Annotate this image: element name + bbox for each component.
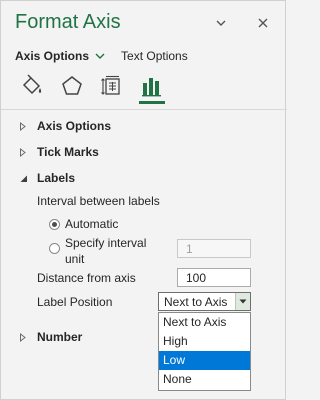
tab-text-options[interactable]: Text Options xyxy=(121,49,188,63)
option-none[interactable]: None xyxy=(159,370,250,389)
fill-line-icon[interactable] xyxy=(17,73,47,99)
distance-from-axis-input[interactable]: 100 xyxy=(177,268,251,287)
section-label: Number xyxy=(37,330,83,344)
label-position-select[interactable]: Next to Axis xyxy=(158,292,251,311)
section-number[interactable]: Number xyxy=(19,329,82,345)
size-properties-icon[interactable] xyxy=(97,73,127,99)
option-low[interactable]: Low xyxy=(159,351,250,370)
close-icon[interactable] xyxy=(255,15,271,31)
section-label: Labels xyxy=(37,171,76,185)
radio-specify-label-line1[interactable]: Specify interval xyxy=(65,235,146,251)
label-position-value: Next to Axis xyxy=(164,294,228,309)
expand-triangle-icon xyxy=(19,147,33,157)
radio-specify-interval[interactable] xyxy=(49,243,60,254)
collapse-triangle-icon xyxy=(19,174,33,183)
selected-category-indicator xyxy=(139,101,165,104)
format-axis-pane: Format Axis Axis Options Text Options Ax… xyxy=(0,0,287,400)
section-labels[interactable]: Labels xyxy=(19,170,75,186)
expand-triangle-icon xyxy=(19,332,33,342)
interval-label: Interval between labels xyxy=(37,194,160,208)
specify-interval-input[interactable]: 1 xyxy=(177,239,251,258)
radio-automatic[interactable] xyxy=(49,219,60,230)
radio-automatic-label[interactable]: Automatic xyxy=(65,216,118,232)
label-position-dropdown-list: Next to Axis High Low None xyxy=(158,312,251,391)
section-tick-marks[interactable]: Tick Marks xyxy=(19,144,99,160)
distance-from-axis-label: Distance from axis xyxy=(37,271,136,285)
dropdown-arrow-icon[interactable] xyxy=(235,293,250,310)
section-label: Axis Options xyxy=(37,119,112,133)
pane-title: Format Axis xyxy=(15,11,121,33)
axis-options-bar-chart-icon[interactable] xyxy=(137,73,167,99)
section-label: Tick Marks xyxy=(37,145,99,159)
expand-triangle-icon xyxy=(19,121,33,131)
radio-specify-label-line2[interactable]: unit xyxy=(65,251,84,267)
option-next-to-axis[interactable]: Next to Axis xyxy=(159,313,250,332)
option-high[interactable]: High xyxy=(159,332,250,351)
tab-axis-options[interactable]: Axis Options xyxy=(15,49,89,63)
chevron-down-icon[interactable] xyxy=(95,53,105,60)
label-position-label: Label Position xyxy=(37,295,113,309)
section-axis-options[interactable]: Axis Options xyxy=(19,118,111,134)
effects-pentagon-icon[interactable] xyxy=(57,73,87,99)
chevron-down-icon[interactable] xyxy=(213,15,229,31)
divider xyxy=(1,109,287,110)
